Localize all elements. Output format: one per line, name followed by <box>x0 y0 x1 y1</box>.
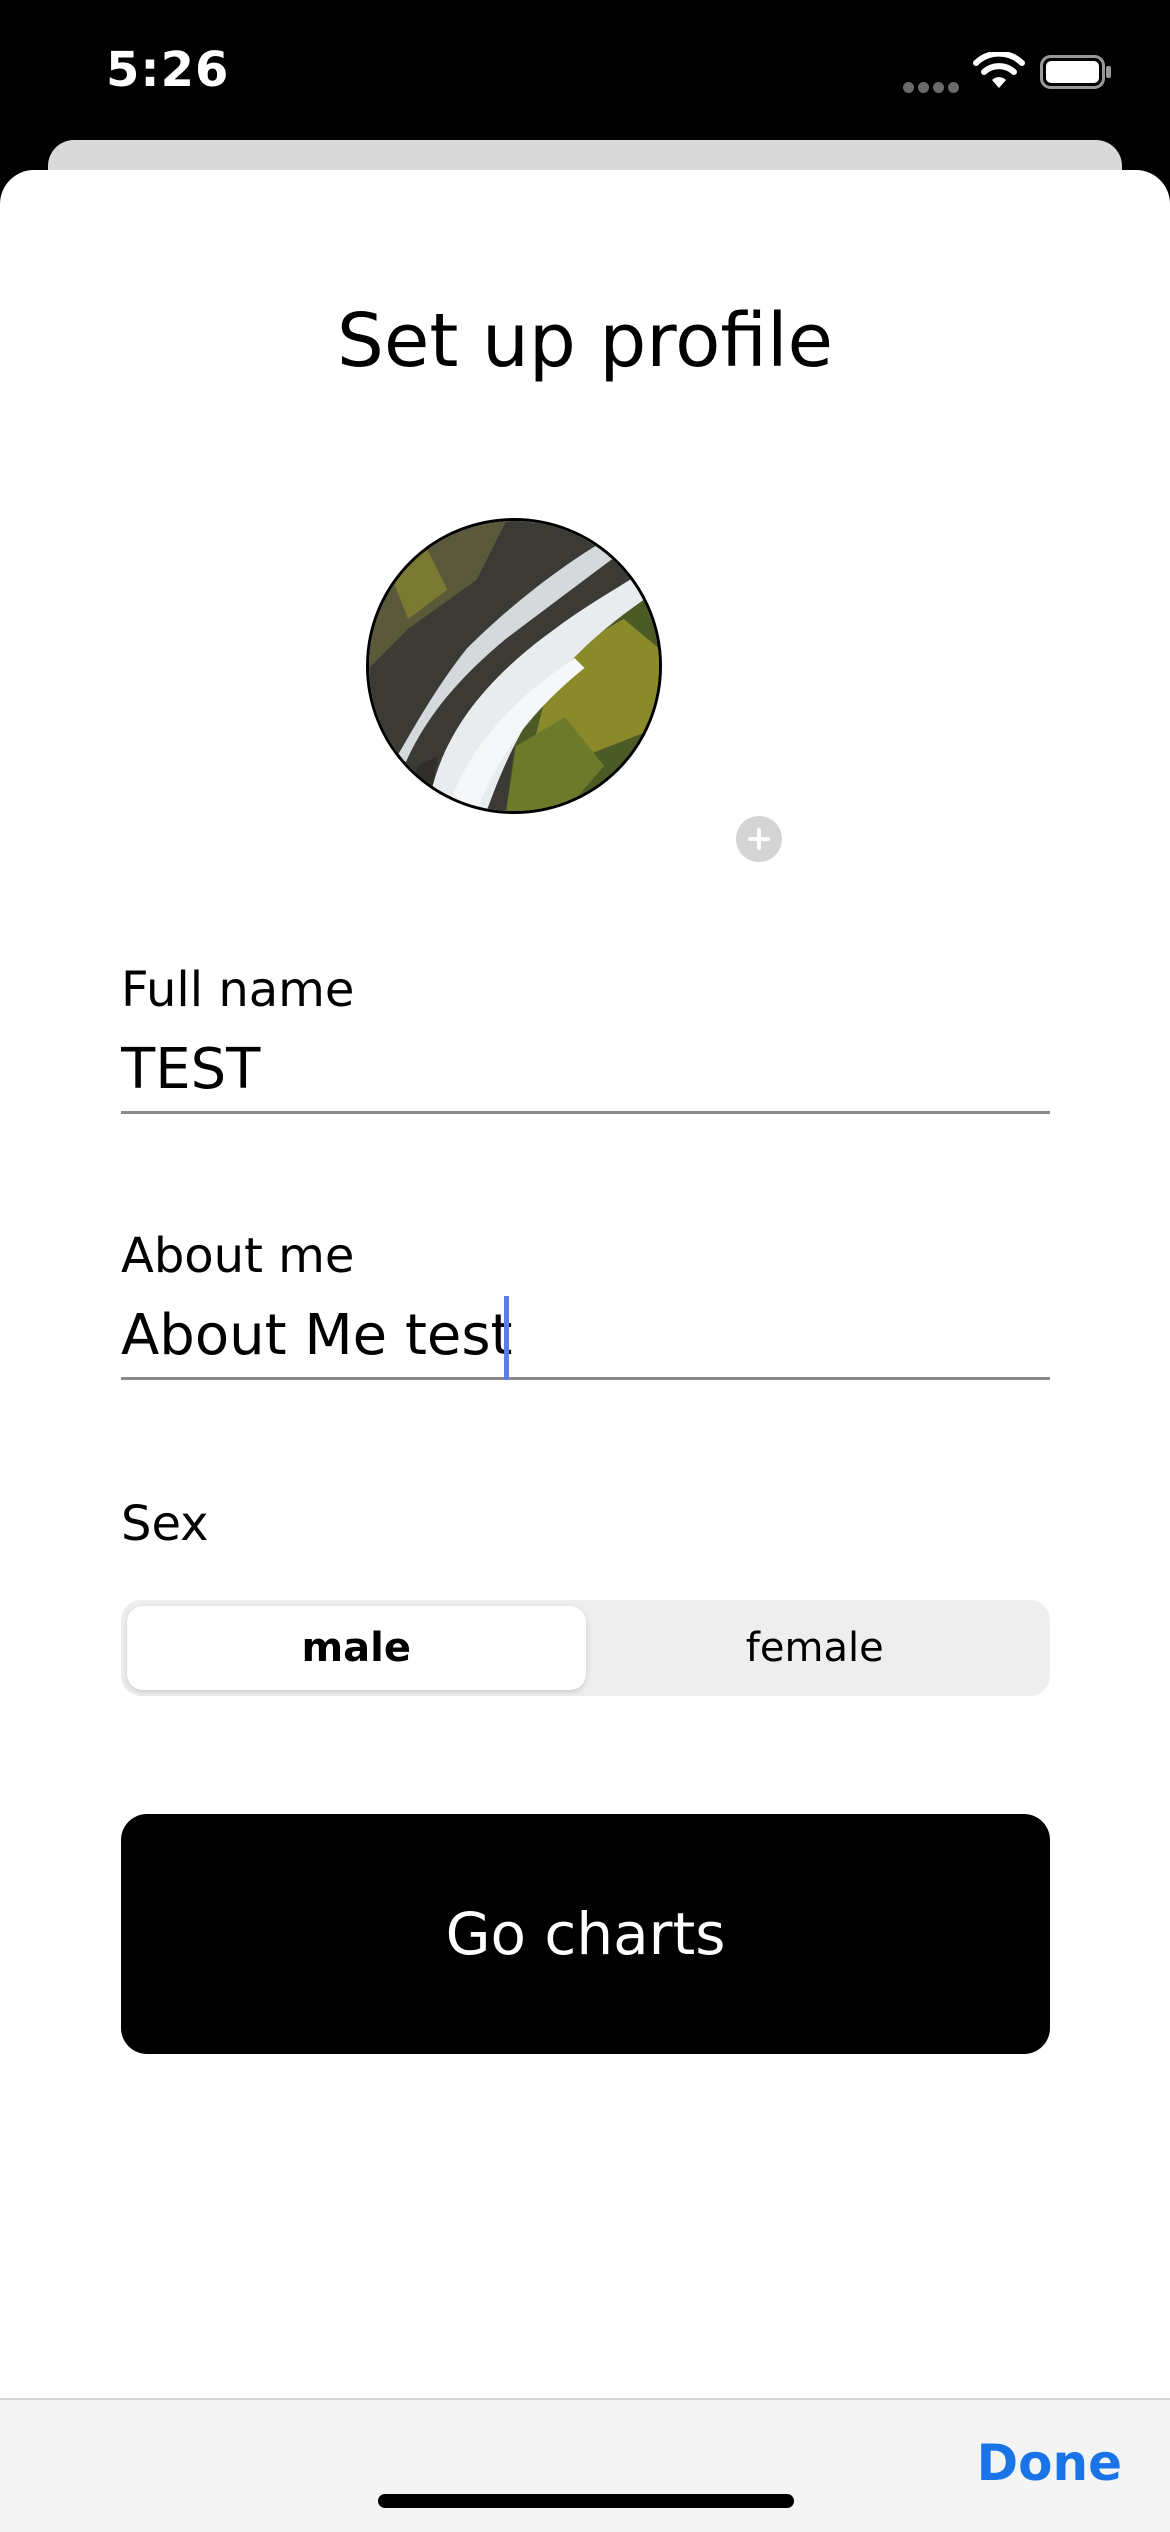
about-me-input[interactable] <box>121 1294 1050 1380</box>
profile-photo[interactable] <box>366 518 662 814</box>
done-button[interactable]: Done <box>977 2434 1122 2492</box>
about-me-label: About me <box>121 1228 355 1284</box>
status-bar: 5:26 <box>0 0 1170 150</box>
screen: 5:26 Set up profile Full name TEST About… <box>0 0 1170 2532</box>
sex-segmented-control: male female <box>121 1600 1050 1696</box>
sex-option-female[interactable]: female <box>586 1606 1045 1690</box>
profile-setup-sheet: Set up profile Full name TEST About me A… <box>0 170 1170 2532</box>
sex-label: Sex <box>121 1496 209 1552</box>
go-charts-button[interactable]: Go charts <box>121 1814 1050 2054</box>
page-title: Set up profile <box>336 298 834 384</box>
sex-option-male[interactable]: male <box>127 1606 586 1690</box>
plus-circle-icon <box>737 817 781 861</box>
full-name-input[interactable] <box>121 1028 1050 1114</box>
battery-icon <box>1040 55 1112 89</box>
text-cursor <box>504 1296 509 1380</box>
status-time: 5:26 <box>106 42 230 98</box>
home-indicator[interactable] <box>378 2494 794 2508</box>
keyboard-accessory-bar: Done <box>0 2398 1170 2532</box>
wifi-icon <box>972 50 1026 92</box>
add-photo-button[interactable] <box>736 816 782 862</box>
cellular-signal-icon <box>903 82 959 94</box>
full-name-label: Full name <box>121 962 355 1018</box>
